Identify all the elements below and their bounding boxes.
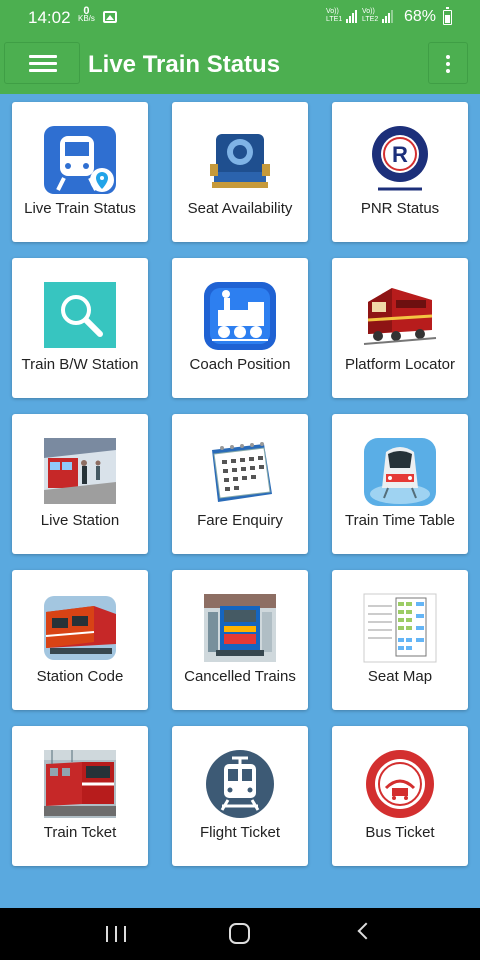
tile-station-code[interactable]: Station Code [12,570,148,710]
tile-label: Live Train Status [24,200,136,217]
metro-train-icon [362,436,438,508]
tile-label: Bus Ticket [365,824,435,841]
back-icon[interactable] [357,922,375,940]
sim1-signal-icon: Vo)) LTE1 [326,8,357,24]
sim2-signal-icon: Vo)) LTE2 [362,8,393,24]
tile-label: PNR Status [360,200,440,217]
status-time: 14:02 [28,8,71,27]
tile-coach-position[interactable]: Coach Position [172,258,308,398]
tile-train-time-table[interactable]: Train Time Table [332,414,468,554]
tile-label: Fare Enquiry [197,512,283,529]
tile-label: Train Time Table [344,512,456,529]
seat-map-icon [362,592,438,664]
search-icon [42,280,118,352]
train-front-icon [202,592,278,664]
tile-live-station[interactable]: Live Station [12,414,148,554]
hamburger-menu-icon [29,55,57,73]
tile-seat-availability[interactable]: Seat Availability [172,102,308,242]
menu-button[interactable] [4,42,80,84]
tile-label: Platform Locator [344,356,456,373]
tile-platform-locator[interactable]: Platform Locator [332,258,468,398]
tile-bus-ticket[interactable]: Bus Ticket [332,726,468,866]
train-location-icon [42,124,118,196]
recents-icon[interactable] [106,926,126,942]
steam-engine-icon [202,280,278,352]
tile-pnr-status[interactable]: R PNR Status [332,102,468,242]
locomotive-emblem-icon [202,124,278,196]
app-bar: Live Train Status [0,36,480,94]
gallery-notification-icon [103,11,117,23]
home-icon[interactable] [229,923,250,944]
more-options-button[interactable] [428,42,468,84]
railway-logo-icon: R [362,124,438,196]
battery-icon [443,7,452,25]
tile-fare-enquiry[interactable]: Fare Enquiry [172,414,308,554]
station-platform-icon [42,436,118,508]
svg-text:R: R [392,142,408,167]
tile-label: Station Code [36,668,124,685]
tile-live-train-status[interactable]: Live Train Status [12,102,148,242]
tile-label: Flight Ticket [199,824,281,841]
tile-seat-map[interactable]: Seat Map [332,570,468,710]
feature-grid: Live Train Status Seat Availability R PN… [12,102,468,866]
tile-label: Seat Map [367,668,433,685]
tile-label: Train Tcket [43,824,117,841]
app-title: Live Train Status [88,51,281,78]
status-bar: 14:02 0 KB/s Vo)) LTE1 Vo)) LTE2 68% [0,0,480,36]
tile-label: Seat Availability [187,200,293,217]
tile-label: Coach Position [189,356,291,373]
system-nav-bar [0,908,480,960]
tile-train-ticket[interactable]: Train Tcket [12,726,148,866]
train-photo-icon [42,748,118,820]
tile-label: Train B/W Station [21,356,139,373]
tile-label: Cancelled Trains [184,668,296,685]
electric-locomotive-icon [42,592,118,664]
diesel-engine-icon [362,280,438,352]
tile-flight-ticket[interactable]: Flight Ticket [172,726,308,866]
more-vertical-icon [446,55,450,76]
tram-circle-icon [202,748,278,820]
tile-train-bw-station[interactable]: Train B/W Station [12,258,148,398]
tile-label: Live Station [40,512,120,529]
calendar-icon [202,436,278,508]
battery-percent: 68% [404,8,437,25]
railway-seal-icon [362,748,438,820]
tile-cancelled-trains[interactable]: Cancelled Trains [172,570,308,710]
network-speed: 0 KB/s [78,5,95,23]
